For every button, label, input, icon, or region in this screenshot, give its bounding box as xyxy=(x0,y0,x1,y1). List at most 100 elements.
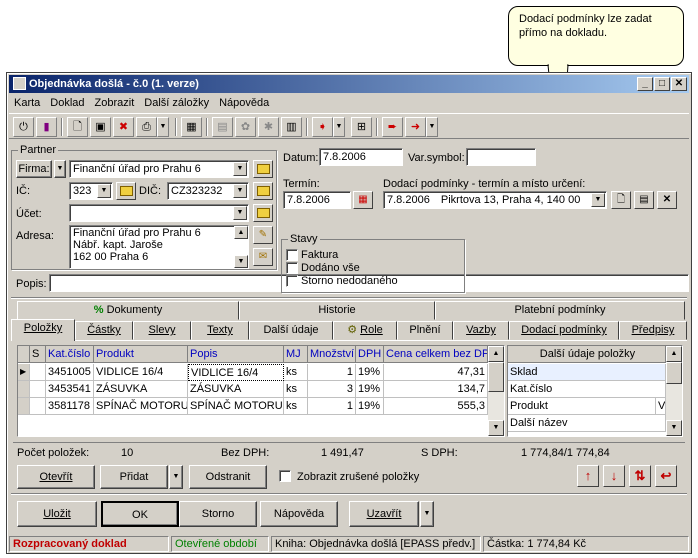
export-dropdown-icon[interactable]: ▼ xyxy=(333,117,345,137)
ulozit-button[interactable]: Uložit xyxy=(17,501,97,527)
main-window: Objednávka došlá - č.0 (1. verze) _ □ ✕ … xyxy=(6,72,692,554)
dodano-vse-checkbox[interactable] xyxy=(286,262,298,274)
termin-field[interactable]: 7.8.2006 xyxy=(283,191,351,209)
grid-hscrollbar[interactable] xyxy=(17,425,487,437)
grid-vscrollbar[interactable]: ▲ ▼ xyxy=(488,346,504,436)
save-icon[interactable]: ▣ xyxy=(90,117,111,137)
otevrit-button[interactable]: Otevřít xyxy=(17,465,95,489)
details-vscrollbar[interactable]: ▲ ▼ xyxy=(666,346,682,436)
calendar-icon[interactable]: ▦ xyxy=(353,191,373,209)
edit-doc-icon[interactable]: ▤ xyxy=(634,191,654,209)
storno-button[interactable]: Storno xyxy=(179,501,257,527)
delete-icon[interactable]: ✖ xyxy=(113,117,134,137)
col-s[interactable]: S xyxy=(30,346,46,363)
tab-polozky[interactable]: Položky xyxy=(11,319,75,341)
firma-dropdown-button[interactable]: ▼ xyxy=(54,160,66,178)
new-doc-small-icon[interactable]: 🗋 xyxy=(611,191,631,209)
col-produkt[interactable]: Produkt xyxy=(94,346,188,363)
detail-sklad[interactable]: Sklad xyxy=(508,364,666,381)
col-popis[interactable]: Popis xyxy=(188,346,284,363)
tab-predpisy[interactable]: Předpisy xyxy=(619,321,687,340)
grey-tool-2-icon[interactable]: ✿ xyxy=(235,117,256,137)
tab-vazby[interactable]: Vazby xyxy=(453,321,509,340)
grey-tool-4-icon[interactable]: ▥ xyxy=(281,117,302,137)
firma-button[interactable]: Firma: xyxy=(16,160,52,178)
dodaci-field[interactable]: 7.8.2006 Pikrtova 13, Praha 4, 140 00 ▼ xyxy=(383,191,607,209)
tab-castky[interactable]: Částky xyxy=(75,321,133,340)
faktura-checkbox[interactable] xyxy=(286,249,298,261)
tab-plneni[interactable]: Plnění xyxy=(397,321,453,340)
move-up-icon[interactable]: ↑ xyxy=(577,465,599,487)
tab-texty[interactable]: Texty xyxy=(191,321,249,340)
items-grid[interactable]: S Kat.číslo Produkt Popis MJ Množství DP… xyxy=(17,345,505,437)
forward-doc-icon[interactable]: ➨ xyxy=(382,117,403,137)
grey-tool-3-icon[interactable]: ✱ xyxy=(258,117,279,137)
clear-x-icon[interactable]: ✕ xyxy=(657,191,677,209)
close-button[interactable]: ✕ xyxy=(671,77,687,91)
uzavrit-button[interactable]: Uzavřít xyxy=(349,501,419,527)
ic-field[interactable]: 323 ▼ xyxy=(69,182,113,200)
col-mnozstvi[interactable]: Množství xyxy=(308,346,356,363)
tab-dodaci-podminky[interactable]: Dodací podmínky xyxy=(509,321,619,340)
ucet-folder-icon[interactable] xyxy=(253,204,273,222)
ok-button[interactable]: OK xyxy=(101,501,179,527)
col-mj[interactable]: MJ xyxy=(284,346,308,363)
dodano-vse-label: Dodáno vše xyxy=(301,262,360,274)
swap-icon[interactable]: ⇅ xyxy=(629,465,651,487)
tab-historie[interactable]: Historie xyxy=(239,301,435,320)
new-document-icon[interactable]: 🗋 xyxy=(67,117,88,137)
pridat-button[interactable]: Přidat xyxy=(100,465,168,489)
dic-field[interactable]: CZ323232 ▼ xyxy=(167,182,249,200)
adresa-field[interactable]: Finanční úřad pro Prahu 6 Nábř. kapt. Ja… xyxy=(69,225,249,269)
firma-field[interactable]: Finanční úřad pro Prahu 6 ▼ xyxy=(69,160,249,178)
maximize-button[interactable]: □ xyxy=(654,77,670,91)
print-icon[interactable]: ⎙ xyxy=(136,117,157,137)
toolbar: ⏻ ▮ 🗋 ▣ ✖ ⎙ ▼ ▦ ▤ ✿ ✱ ▥ ➧ ▼ ⊞ ➨ ➜ ▼ xyxy=(9,113,689,139)
datum-field[interactable]: 7.8.2006 xyxy=(319,148,403,166)
move-down-icon[interactable]: ↓ xyxy=(603,465,625,487)
calculator-icon[interactable]: ▦ xyxy=(181,117,202,137)
address-book-icon[interactable]: ✎ xyxy=(253,226,273,244)
export-icon[interactable]: ➧ xyxy=(312,117,333,137)
menu-napoveda[interactable]: Nápověda xyxy=(214,97,274,109)
return-icon[interactable]: ↩ xyxy=(655,465,677,487)
menu-zobrazit[interactable]: Zobrazit xyxy=(90,97,140,109)
storno-nedodaneho-checkbox[interactable] xyxy=(286,275,298,287)
firma-folder-icon[interactable] xyxy=(253,160,273,178)
col-dph[interactable]: DPH xyxy=(356,346,384,363)
ucet-field[interactable]: ▼ xyxy=(69,204,249,222)
minimize-button[interactable]: _ xyxy=(637,77,653,91)
menu-karta[interactable]: Karta xyxy=(9,97,45,109)
odstranit-button[interactable]: Odstranit xyxy=(189,465,267,489)
detail-dalsi-nazev[interactable]: Další název xyxy=(508,415,666,432)
adresa-scroll-down[interactable]: ▼ xyxy=(234,255,248,268)
adresa-scroll-up[interactable]: ▲ xyxy=(234,226,248,239)
uzavrit-dropdown-button[interactable]: ▼ xyxy=(420,501,434,527)
menu-dalsi-zalozky[interactable]: Další záložky xyxy=(139,97,214,109)
show-cancelled-checkbox[interactable] xyxy=(279,470,291,482)
next-doc-icon[interactable]: ➜ xyxy=(405,117,426,137)
col-cena[interactable]: Cena celkem bez DPH xyxy=(384,346,488,363)
tab-dokumenty[interactable]: % Dokumenty xyxy=(17,301,239,320)
ic-folder-icon[interactable] xyxy=(116,182,136,200)
print-dropdown-icon[interactable]: ▼ xyxy=(157,117,169,137)
menu-doklad[interactable]: Doklad xyxy=(45,97,89,109)
pridat-dropdown-button[interactable]: ▼ xyxy=(169,465,183,489)
power-icon[interactable]: ⏻ xyxy=(13,117,34,137)
col-kat-cislo[interactable]: Kat.číslo xyxy=(46,346,94,363)
envelope-icon[interactable]: ✉ xyxy=(253,248,273,266)
book-icon[interactable]: ▮ xyxy=(36,117,57,137)
tab-role[interactable]: ⚙ Role xyxy=(333,321,397,340)
grey-tool-1-icon[interactable]: ▤ xyxy=(212,117,233,137)
detail-produkt[interactable]: Produkt xyxy=(508,398,656,415)
next-doc-dropdown-icon[interactable]: ▼ xyxy=(426,117,438,137)
napoveda-button[interactable]: Nápověda xyxy=(260,501,338,527)
detail-kat-cislo[interactable]: Kat.číslo xyxy=(508,381,666,398)
tab-platebni-podminky[interactable]: Platební podmínky xyxy=(435,301,685,320)
network-icon[interactable]: ⊞ xyxy=(351,117,372,137)
window-title: Objednávka došlá - č.0 (1. verze) xyxy=(29,78,199,90)
tab-dalsi-udaje[interactable]: Další údaje xyxy=(249,321,333,340)
tab-slevy[interactable]: Slevy xyxy=(133,321,191,340)
varsymbol-field[interactable] xyxy=(466,148,536,166)
dic-folder-icon[interactable] xyxy=(253,182,273,200)
